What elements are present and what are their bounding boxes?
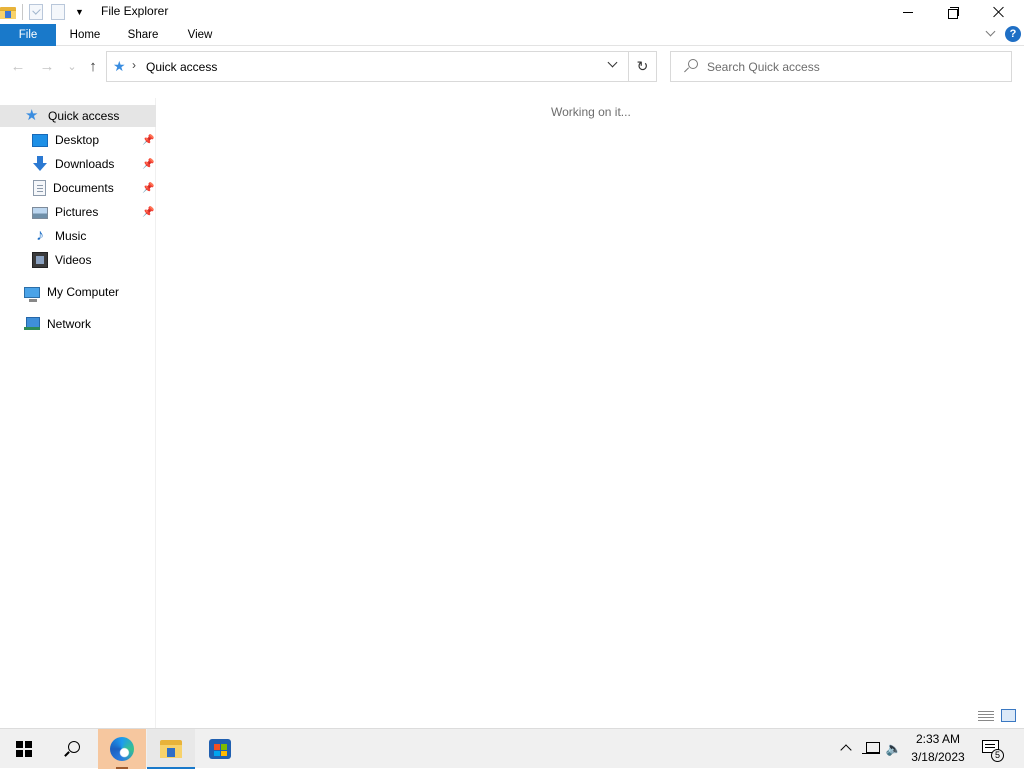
nav-item-label: Music [55, 229, 87, 243]
ribbon: File Home Share View ? [0, 24, 1024, 46]
close-icon [993, 6, 1005, 18]
taskbar-file-explorer-button[interactable] [147, 729, 195, 769]
nav-item-network[interactable]: Network [24, 313, 156, 335]
show-hidden-icons-chevron-icon[interactable] [839, 741, 853, 757]
search-icon [64, 741, 80, 757]
taskbar-store-button[interactable] [196, 729, 244, 769]
nav-item-label: Pictures [55, 205, 99, 219]
nav-item-label: Quick access [48, 109, 120, 123]
navigation-pane: ★ Quick access Desktop 📌 Downloads 📌 Doc… [0, 98, 156, 728]
large-icons-view-icon[interactable] [1001, 709, 1016, 722]
restore-button[interactable] [930, 0, 976, 24]
edge-icon [110, 737, 134, 761]
nav-item-label: Downloads [55, 157, 115, 171]
desktop-icon [32, 134, 48, 147]
tab-view[interactable]: View [178, 24, 222, 46]
pin-icon[interactable]: 📌 [142, 207, 154, 219]
address-dropdown-icon[interactable] [607, 58, 619, 70]
network-icon [24, 316, 40, 332]
up-button[interactable]: ↑ [84, 58, 102, 76]
nav-item-label: Desktop [55, 133, 100, 147]
clock-time[interactable]: 2:33 AM [905, 732, 971, 746]
pin-icon[interactable]: 📌 [142, 159, 154, 171]
toolbar-divider [22, 4, 23, 20]
title-bar: ▼ File Explorer [0, 0, 1024, 24]
nav-item-downloads[interactable]: Downloads [32, 153, 156, 175]
refresh-button[interactable]: ↻ [628, 51, 657, 82]
forward-button[interactable]: → [38, 58, 56, 76]
action-center-button[interactable]: 5 [980, 739, 1004, 762]
start-button[interactable] [0, 729, 48, 769]
nav-item-documents[interactable]: Documents [32, 177, 156, 199]
network-status-icon[interactable] [862, 741, 880, 757]
nav-item-label: Network [47, 317, 92, 331]
recent-locations-icon[interactable]: ⌄ [63, 58, 81, 76]
quick-access-star-icon: ★ [113, 58, 126, 74]
folder-icon [160, 740, 182, 758]
expand-ribbon-icon[interactable] [985, 27, 997, 39]
file-explorer-icon[interactable] [0, 6, 16, 19]
taskbar: 🔈 2:33 AM 3/18/2023 5 [0, 728, 1024, 769]
windows-logo-icon [16, 741, 32, 757]
videos-icon [32, 252, 48, 268]
pin-icon[interactable]: 📌 [142, 183, 154, 195]
pictures-icon [32, 207, 48, 219]
loading-status-text: Working on it... [551, 105, 631, 119]
documents-icon [33, 180, 46, 196]
nav-item-label: Documents [53, 181, 114, 195]
quick-access-toolbar: ▼ [0, 2, 84, 22]
details-view-icon[interactable] [978, 710, 994, 722]
tab-file[interactable]: File [0, 24, 56, 46]
window-title: File Explorer [101, 4, 169, 18]
nav-item-pictures[interactable]: Pictures [32, 201, 156, 223]
restore-icon [948, 7, 959, 19]
nav-item-quick-access[interactable]: ★ Quick access [0, 105, 156, 127]
nav-item-desktop[interactable]: Desktop [32, 129, 156, 151]
search-input[interactable] [707, 58, 997, 76]
tab-home[interactable]: Home [62, 24, 108, 46]
music-icon: ♪ [36, 227, 44, 244]
pin-icon[interactable]: 📌 [142, 135, 154, 147]
computer-icon [24, 287, 40, 302]
properties-icon[interactable] [29, 4, 43, 20]
nav-item-label: My Computer [47, 285, 120, 299]
breadcrumb-chevron-icon[interactable]: › [132, 58, 136, 72]
minimize-button[interactable] [885, 0, 931, 24]
nav-item-music[interactable]: ♪ Music [32, 225, 156, 247]
search-box[interactable] [670, 51, 1012, 82]
nav-item-my-computer[interactable]: My Computer [24, 281, 156, 303]
tab-share[interactable]: Share [120, 24, 166, 46]
nav-item-label: Videos [55, 253, 92, 267]
customize-toolbar-dropdown-icon[interactable]: ▼ [75, 7, 84, 17]
notification-count-badge: 5 [991, 749, 1004, 762]
volume-icon[interactable]: 🔈 [885, 741, 903, 757]
store-icon [209, 739, 231, 759]
close-button[interactable] [976, 0, 1022, 24]
star-icon: ★ [25, 107, 39, 124]
nav-item-videos[interactable]: Videos [32, 249, 156, 271]
search-icon [685, 59, 698, 73]
breadcrumb-location[interactable]: Quick access [146, 60, 217, 74]
back-button[interactable]: ← [9, 58, 27, 76]
address-bar[interactable]: ★ › Quick access [106, 51, 629, 82]
clock-date[interactable]: 3/18/2023 [905, 750, 971, 764]
downloads-icon [32, 156, 48, 172]
help-icon[interactable]: ? [1005, 26, 1021, 42]
taskbar-search-button[interactable] [48, 729, 96, 769]
taskbar-edge-button[interactable] [98, 729, 146, 769]
minimize-icon [903, 11, 913, 13]
new-folder-icon[interactable] [51, 4, 65, 20]
